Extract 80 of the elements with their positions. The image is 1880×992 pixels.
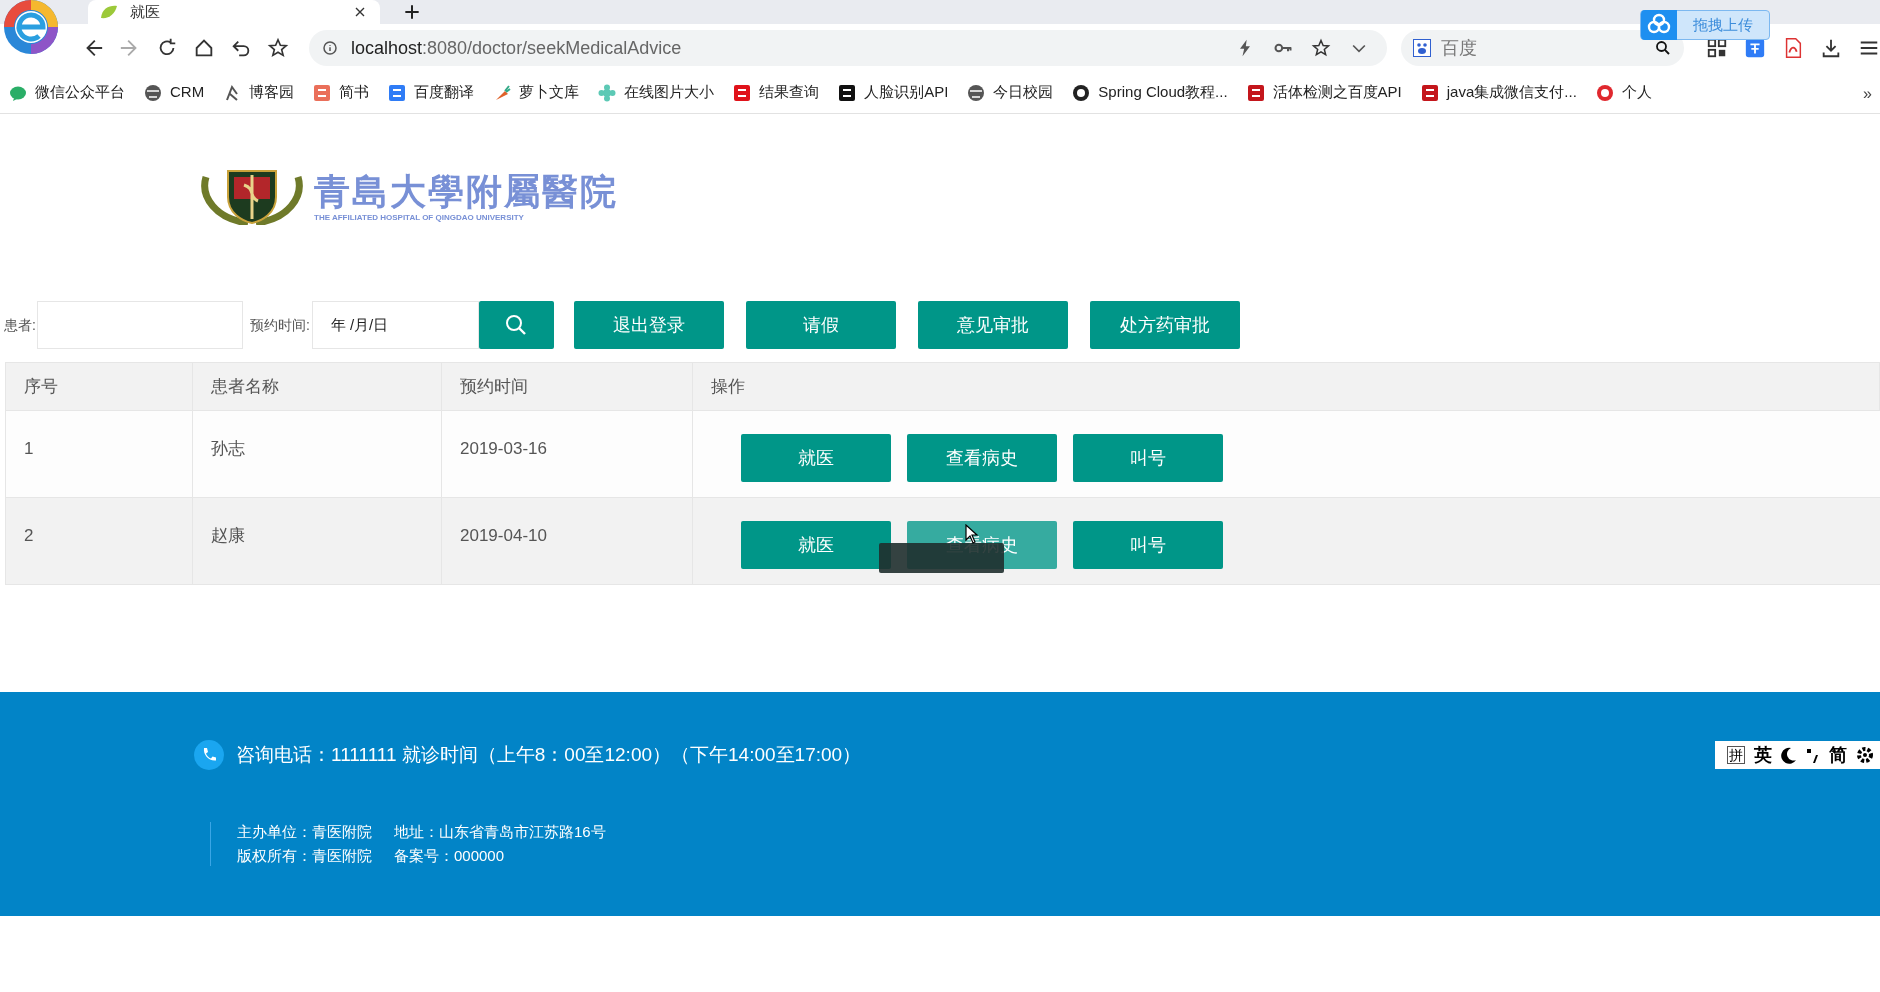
star-icon[interactable]: [1310, 38, 1331, 58]
bookmark[interactable]: 结果查询: [728, 78, 825, 107]
bookmark-icon: [967, 83, 986, 102]
ime-script-button[interactable]: 简: [1829, 741, 1847, 769]
contact-info: 咨询电话：1111111 就诊时间（上午8：00至12:00）（下午14:00至17:00）: [236, 742, 862, 767]
row-action-button[interactable]: 叫号: [1073, 521, 1223, 569]
date-field[interactable]: 年 /月/日: [311, 301, 479, 349]
column-header: 序号: [24, 375, 58, 398]
row-action-button[interactable]: 叫号: [1073, 434, 1223, 482]
row-action-button[interactable]: 查看病史: [907, 434, 1057, 482]
field-label: 预约时间:: [249, 315, 310, 335]
bookmark[interactable]: 在线图片大小: [593, 78, 720, 107]
bookmark-icon: [388, 83, 407, 102]
ime-language-button[interactable]: 英: [1754, 741, 1772, 769]
column-header: 预约时间: [460, 375, 528, 398]
action-button[interactable]: 处方药审批: [1089, 301, 1240, 349]
bookmark[interactable]: Spring Cloud教程...: [1067, 78, 1233, 107]
url-text: localhost:8080/doctor/seekMedicalAdvice: [351, 36, 683, 60]
address-bar[interactable]: localhost:8080/doctor/seekMedicalAdvice: [309, 30, 1387, 66]
search-icon[interactable]: [1654, 39, 1672, 57]
column-header: 患者名称: [211, 375, 279, 398]
footer-text: 备案号：000000: [394, 846, 505, 866]
qr-grid-icon[interactable]: [1706, 37, 1728, 59]
search-button[interactable]: [478, 301, 554, 349]
hospital-name: 青島大學附屬醫院: [314, 169, 618, 213]
more-bookmarks[interactable]: »: [1863, 82, 1872, 106]
column-header: 操作: [711, 375, 745, 398]
bookmark[interactable]: 个人: [1590, 78, 1657, 107]
bookmark[interactable]: 今日校园: [962, 78, 1059, 107]
hospital-subtitle: THE AFFILIATED HOSPITAL OF QINGDAO UNIVERSITY: [314, 213, 525, 223]
tab-title: 就医: [130, 1, 161, 22]
paw-icon: [1412, 39, 1431, 57]
table-cell-text: 2: [24, 525, 34, 547]
bookmark[interactable]: 微信公众平台: [4, 78, 130, 107]
table-cell-text: 赵康: [211, 525, 245, 547]
new-tab-icon[interactable]: [402, 2, 422, 22]
patient-field[interactable]: [36, 301, 243, 349]
table-cell-text: 孙志: [211, 438, 245, 460]
bookmark[interactable]: 萝卜文库: [488, 78, 585, 107]
home-icon[interactable]: [193, 37, 215, 59]
bookmark[interactable]: 简书: [308, 78, 375, 107]
footer-text: 地址：山东省青岛市江苏路16号: [394, 822, 606, 842]
bookmark[interactable]: 活体检测之百度API: [1241, 78, 1407, 107]
bookmark-icon: [598, 83, 617, 102]
table-cell-text: 2019-03-16: [460, 438, 547, 460]
moon-icon[interactable]: [1781, 746, 1797, 764]
bookmark[interactable]: 博客园: [218, 78, 300, 107]
bookmark-icon: [144, 83, 162, 102]
field-label: 患者:: [4, 315, 36, 335]
table-cell-text: 1: [24, 438, 34, 460]
action-button[interactable]: 退出登录: [573, 301, 724, 349]
action-button[interactable]: 请假: [745, 301, 896, 349]
star-icon[interactable]: [267, 37, 289, 59]
bookmark-icon: [1246, 83, 1265, 102]
bookmark-icon: [1595, 83, 1614, 102]
bookmark-icon: [733, 83, 752, 102]
info-icon: [321, 39, 339, 57]
row-action-button[interactable]: 就医: [741, 521, 891, 569]
bookmark[interactable]: 百度翻译: [383, 78, 480, 107]
action-button[interactable]: 意见审批: [917, 301, 1068, 349]
bookmark[interactable]: CRM: [139, 78, 210, 107]
browser-tab[interactable]: 就医: [88, 0, 380, 24]
table-cell-text: 2019-04-10: [460, 525, 547, 547]
leaf-icon: [100, 4, 118, 20]
punctuation-icon[interactable]: [1806, 746, 1820, 764]
bookmark[interactable]: 人脸识别API: [833, 78, 954, 107]
footer-text: 主办单位：青医附院: [237, 822, 373, 842]
bookmark[interactable]: java集成微信支付...: [1415, 78, 1582, 107]
bookmark-icon: [838, 83, 857, 102]
ime-mode-button[interactable]: 拼: [1727, 746, 1745, 764]
search-box[interactable]: 百度: [1400, 30, 1684, 66]
footer-text: 版权所有：青医附院: [237, 846, 373, 866]
search-placeholder: 百度: [1440, 36, 1478, 60]
phone-icon: [194, 740, 224, 770]
bookmark-icon: [313, 83, 332, 102]
bookmark-icon: [1420, 83, 1439, 102]
row-action-button[interactable]: 就医: [741, 434, 891, 482]
download-icon[interactable]: [1820, 37, 1842, 59]
settings-icon[interactable]: [1856, 746, 1874, 764]
bookmark-icon: [1072, 83, 1091, 102]
